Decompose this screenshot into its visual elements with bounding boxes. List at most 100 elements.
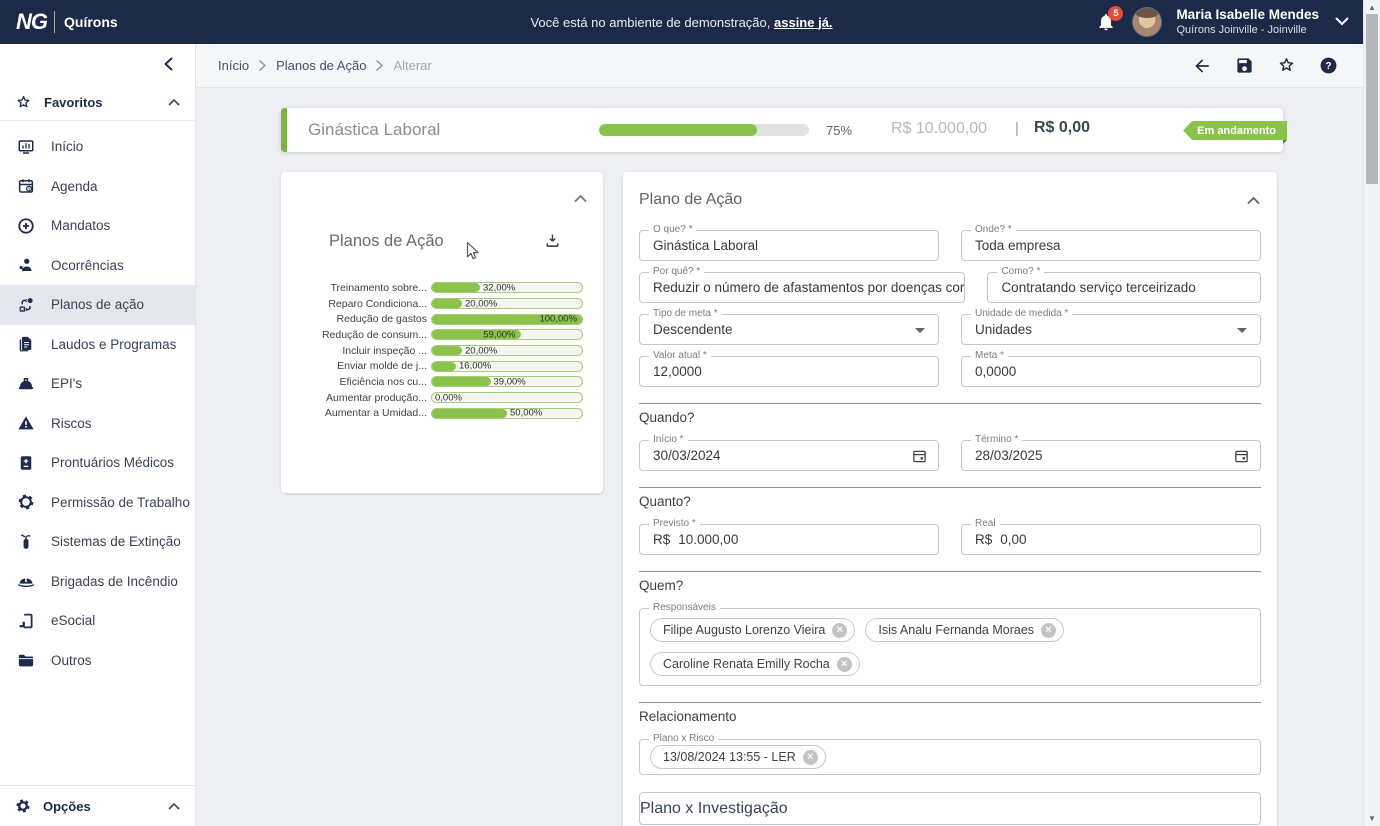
sidebar-item-laudos-e-programas[interactable]: Laudos e Programas [0,325,195,365]
progress-percent: 75% [826,123,852,138]
favorites-header[interactable]: Favoritos [0,84,195,121]
favorite-button[interactable] [1277,56,1296,75]
chevron-up-icon [168,802,180,810]
back-button[interactable] [1192,56,1212,76]
options-row[interactable]: Opções [0,785,195,826]
user-avatar[interactable] [1132,7,1162,37]
section-quem: Quem? [639,571,1261,595]
plano-x-investigacao-field[interactable]: Plano x Investigação [639,792,1261,825]
calendar-icon[interactable] [911,447,928,464]
save-button[interactable] [1235,56,1254,75]
form-body: O que? * Ginástica Laboral Onde? * Toda … [623,230,1277,826]
subscribe-link[interactable]: assine já. [774,15,833,30]
user-info[interactable]: Maria Isabelle Mendes Quírons Joinville … [1176,7,1319,38]
sidebar-item-planos-de-acao[interactable]: Planos de ação [0,285,195,325]
chart-collapse-button[interactable] [574,190,587,208]
bar-value-label: 50,00% [510,408,542,419]
notifications-button[interactable]: 5 [1094,10,1118,34]
sidebar-item-label: Outros [51,653,92,668]
monitor-chart-icon [16,138,36,156]
bar-track: 50,00% [431,408,583,419]
sidebar-item-mandatos[interactable]: Mandatos [0,206,195,246]
bar-fill [432,283,480,292]
bar-row: Treinamento sobre...32,00% [299,280,583,296]
chevron-right-icon [376,60,383,71]
chip-remove-icon[interactable]: × [832,623,847,638]
scrollbar-thumb[interactable] [1366,14,1378,184]
breadcrumb-inicio[interactable]: Início [218,58,249,73]
favorites-label: Favoritos [44,95,103,110]
calendar-icon[interactable] [1233,447,1250,464]
sidebar-item-label: Prontuários Médicos [51,455,174,470]
chip-remove-icon[interactable]: × [837,657,852,672]
svg-text:?: ? [1325,61,1331,72]
sidebar-item-inicio[interactable]: Início [0,127,195,167]
scroll-down-arrow-icon[interactable]: ▼ [1364,814,1380,823]
chip: Isis Analu Fernanda Moraes× [865,618,1064,642]
bar-value-label: 32,00% [483,282,515,293]
chip: 13/08/2024 13:55 - LER × [650,745,826,769]
breadcrumb-planos-de-acao[interactable]: Planos de Ação [276,58,366,73]
sidebar-item-ocorrencias[interactable]: Ocorrências [0,246,195,286]
topbar-right: 5 Maria Isabelle Mendes Quírons Joinvill… [1094,7,1363,38]
sidebar-collapse-button[interactable] [164,57,173,71]
real-field[interactable]: Real R$ 0,00 [961,524,1261,555]
responsaveis-field[interactable]: Responsáveis Filipe Augusto Lorenzo Viei… [639,608,1261,686]
sidebar-item-sistemas-de-extincao[interactable]: Sistemas de Extinção [0,522,195,562]
options-collapse-button[interactable] [168,802,180,810]
onde-field[interactable]: Onde? * Toda empresa [961,230,1261,261]
field-value: Unidades [962,322,1032,337]
por-que-field[interactable]: Por quê? * Reduzir o número de afastamen… [639,272,965,303]
scroll-up-arrow-icon[interactable]: ▲ [1364,3,1380,12]
como-field[interactable]: Como? * Contratando serviço terceirizado [987,272,1261,303]
termino-date-field[interactable]: Término * 28/03/2025 [961,440,1261,471]
bar-row: Reparo Condiciona...20,00% [299,296,583,312]
bar-track: 59,00% [431,329,583,340]
bar-category-label: Aumentar produção... [299,392,427,404]
real-amount: R$ 0,00 [1034,119,1090,137]
plano-x-risco-field[interactable]: Plano x Risco 13/08/2024 13:55 - LER× [639,739,1261,775]
help-icon: ? [1319,56,1338,75]
section-label: Quando? [639,410,695,425]
download-icon [544,232,561,249]
sidebar-item-label: EPI's [51,376,82,391]
main-content: Início Planos de Ação Alterar ? Ginástic… [196,44,1363,826]
favorites-collapse-button[interactable] [168,98,180,106]
field-placeholder: Plano x Investigação [640,800,788,818]
bar-row: Aumentar a Umidad...50,00% [299,406,583,422]
sidebar-collapse-row [0,44,195,84]
user-organization: Quírons Joinville - Joinville [1176,24,1319,38]
bar-category-label: Redução de gastos [299,313,427,325]
sidebar-item-outros[interactable]: Outros [0,641,195,681]
app-root: NG Quírons Você está no ambiente de demo… [0,0,1380,826]
unidade-medida-select[interactable]: Unidade de medida * Unidades [961,314,1261,345]
form-collapse-button[interactable] [1247,196,1260,205]
sidebar-item-prontuarios-medicos[interactable]: Prontuários Médicos [0,443,195,483]
bar-value-label: 0,00% [435,392,462,403]
inicio-date-field[interactable]: Início * 30/03/2024 [639,440,939,471]
bar-category-label: Eficiência nos cu... [299,376,427,388]
field-value: 10.000,00 [678,532,738,547]
meta-field[interactable]: Meta * 0,0000 [961,356,1261,387]
valor-atual-field[interactable]: Valor atual * 12,0000 [639,356,939,387]
chip-remove-icon[interactable]: × [1041,623,1056,638]
sidebar-item-brigadas-de-incendio[interactable]: Brigadas de Incêndio [0,562,195,602]
bar-row: Eficiência nos cu...39,00% [299,374,583,390]
help-button[interactable]: ? [1319,56,1338,75]
o-que-field[interactable]: O que? * Ginástica Laboral [639,230,939,261]
user-menu-button[interactable] [1335,13,1349,31]
sidebar-item-epi-s[interactable]: EPI's [0,364,195,404]
app-logo[interactable]: NG Quírons [16,9,118,35]
tipo-meta-select[interactable]: Tipo de meta * Descendente [639,314,939,345]
sidebar-item-permissao-de-trabalho[interactable]: Permissão de Trabalho [0,483,195,523]
field-label: Início * [649,434,688,446]
sidebar-item-riscos[interactable]: Riscos [0,404,195,444]
previsto-field[interactable]: Previsto * R$ 10.000,00 [639,524,939,555]
vertical-scrollbar[interactable]: ▲ ▼ [1363,0,1380,826]
sidebar-item-esocial[interactable]: eSocial [0,601,195,641]
chip-label: 13/08/2024 13:55 - LER [663,750,796,764]
sidebar-item-agenda[interactable]: Agenda [0,167,195,207]
logo-product-name: Quírons [64,14,118,30]
chart-download-button[interactable] [544,232,561,254]
chip-remove-icon[interactable]: × [803,750,818,765]
